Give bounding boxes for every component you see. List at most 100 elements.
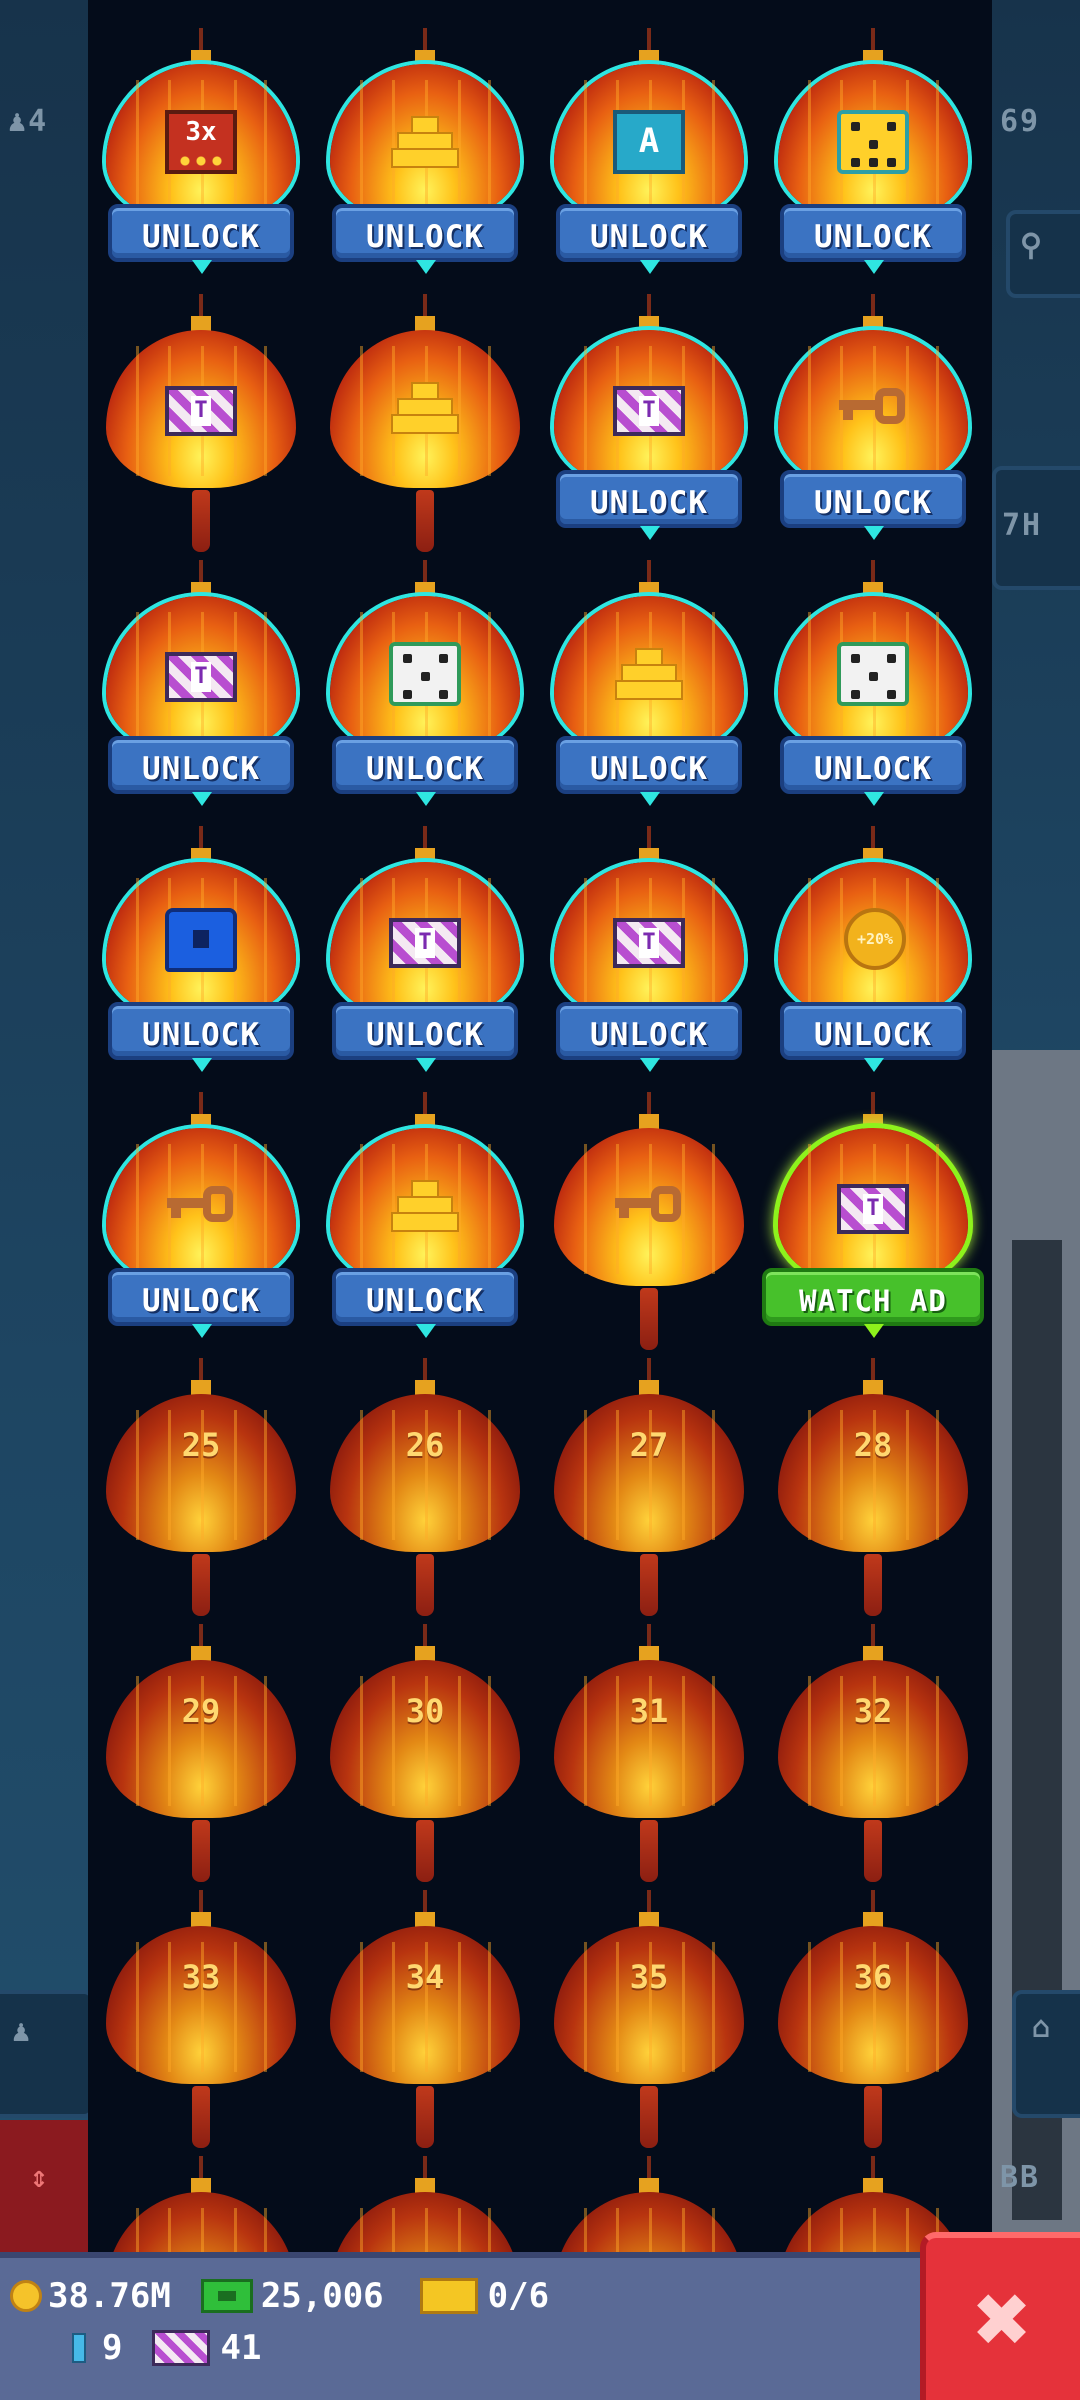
lantern-cell[interactable]: T WATCH AD [760,1092,986,1358]
unlock-button[interactable]: UNLOCK [108,736,294,794]
lantern-rib [264,2208,267,2252]
lantern-cell[interactable]: UNLOCK [760,28,986,294]
lantern-cell [312,294,538,560]
lantern-cell[interactable]: T UNLOCK [88,560,314,826]
lantern-cell[interactable]: UNLOCK [760,560,986,826]
connector-arrow-icon [416,1058,436,1072]
lantern-rib [712,1144,715,1274]
lantern-rib [584,1144,587,1274]
side-left-nav[interactable]: ♟ [0,1990,94,2118]
lantern-rib [873,2208,876,2252]
connector-arrow-icon [864,1058,884,1072]
lantern [106,1646,296,1824]
side-right-nav[interactable]: ⌂ [1012,1990,1080,2118]
lantern-rib [488,1144,491,1274]
ticket-label: T [191,662,211,692]
side-elevator-button[interactable]: ⇕ [0,2120,88,2260]
watch-ad-button[interactable]: WATCH AD [762,1268,984,1326]
lantern [330,2178,520,2252]
lantern [554,1646,744,1824]
unlock-button[interactable]: UNLOCK [780,470,966,528]
lantern-cell: 25 [88,1358,314,1624]
unlock-button[interactable]: UNLOCK [780,736,966,794]
unlock-button[interactable]: UNLOCK [556,470,742,528]
lantern-cell[interactable]: T UNLOCK [536,294,762,560]
lantern-rib [264,346,267,476]
cash-icon [200,2279,253,2313]
lantern-cell[interactable]: +20% UNLOCK [760,826,986,1092]
lantern-rib [360,2208,363,2252]
lantern-rib [840,878,843,1008]
lantern-tassel [192,490,210,552]
multiplier-label: 3x [185,117,217,147]
key-icon [165,1186,237,1226]
lantern-cell[interactable]: UNLOCK [760,294,986,560]
side-bottom-label: BB [1000,2160,1041,2195]
lantern-rib [712,80,715,210]
unlock-button[interactable]: UNLOCK [332,1268,518,1326]
lantern-rib [488,612,491,742]
lantern-cell[interactable]: UNLOCK [88,1092,314,1358]
reset-card-label: A [638,121,660,161]
side-timer-badge[interactable]: 7H [992,466,1080,590]
lantern [778,1380,968,1558]
lantern-cell[interactable]: UNLOCK [88,826,314,1092]
lantern-tassel [640,1820,658,1882]
connector-arrow-icon [864,526,884,540]
lantern-cell[interactable]: A UNLOCK [536,28,762,294]
close-button[interactable]: ✖ [920,2232,1080,2400]
lantern-rib [712,2208,715,2252]
lantern-cell: 36 [760,1890,986,2156]
lantern-tassel [416,490,434,552]
lantern-cell[interactable]: UNLOCK [312,1092,538,1358]
unlock-button[interactable]: UNLOCK [332,1002,518,1060]
unlock-button[interactable]: UNLOCK [108,1268,294,1326]
connector-arrow-icon [640,1058,660,1072]
lantern-cell [312,2156,538,2252]
lantern-tassel [416,1554,434,1616]
ticket-icon [152,2330,211,2366]
dice-pip [403,690,412,699]
lantern-number: 25 [181,1426,221,1464]
unlock-button[interactable]: UNLOCK [556,1002,742,1060]
unlock-button[interactable]: UNLOCK [780,1002,966,1060]
ticket-icon: T [165,652,237,702]
lantern-rib [136,878,139,1008]
lantern-cell[interactable]: 3x UNLOCK [88,28,314,294]
lantern-rib [906,878,909,1008]
lantern-rib [584,612,587,742]
dice-pip [439,654,448,663]
lantern-rib [649,2208,652,2252]
lantern-rib [936,612,939,742]
currency-bar: 38.76M 25,006 0/6 9 41 [0,2252,920,2400]
multiplier-3x-icon: 3x [165,110,237,174]
lantern-cell: 27 [536,1358,762,1624]
lantern-cell[interactable]: UNLOCK [312,560,538,826]
key-tooth [171,1206,181,1218]
lantern-cell[interactable]: UNLOCK [536,560,762,826]
lantern-rib [488,2208,491,2252]
lantern-rib [360,346,363,476]
lantern-cell[interactable]: UNLOCK [312,28,538,294]
unlock-button[interactable]: UNLOCK [556,736,742,794]
lantern-rib [458,2208,461,2252]
lantern-rib [584,878,587,1008]
lantern-number: 34 [405,1958,445,1996]
unlock-button[interactable]: UNLOCK [332,736,518,794]
side-search-button[interactable]: ⚲ [1006,210,1080,298]
lantern-cell: 29 [88,1624,314,1890]
lantern-event-panel[interactable]: 3x UNLOCK UNLOCK A UNLOCK UNLOCK T T UNLOCK UNLOC… [88,0,992,2252]
connector-arrow-icon [192,1324,212,1338]
lantern-number: 29 [181,1692,221,1730]
lantern-cell[interactable]: T UNLOCK [312,826,538,1092]
dice-pip [869,158,878,167]
connector-arrow-icon [416,260,436,274]
unlock-button[interactable]: UNLOCK [108,204,294,262]
unlock-button[interactable]: UNLOCK [556,204,742,262]
unlock-button[interactable]: UNLOCK [332,204,518,262]
ticket-icon: T [389,918,461,968]
unlock-button[interactable]: UNLOCK [108,1002,294,1060]
lantern-rib [136,1144,139,1274]
unlock-button[interactable]: UNLOCK [780,204,966,262]
lantern-cell[interactable]: T UNLOCK [536,826,762,1092]
